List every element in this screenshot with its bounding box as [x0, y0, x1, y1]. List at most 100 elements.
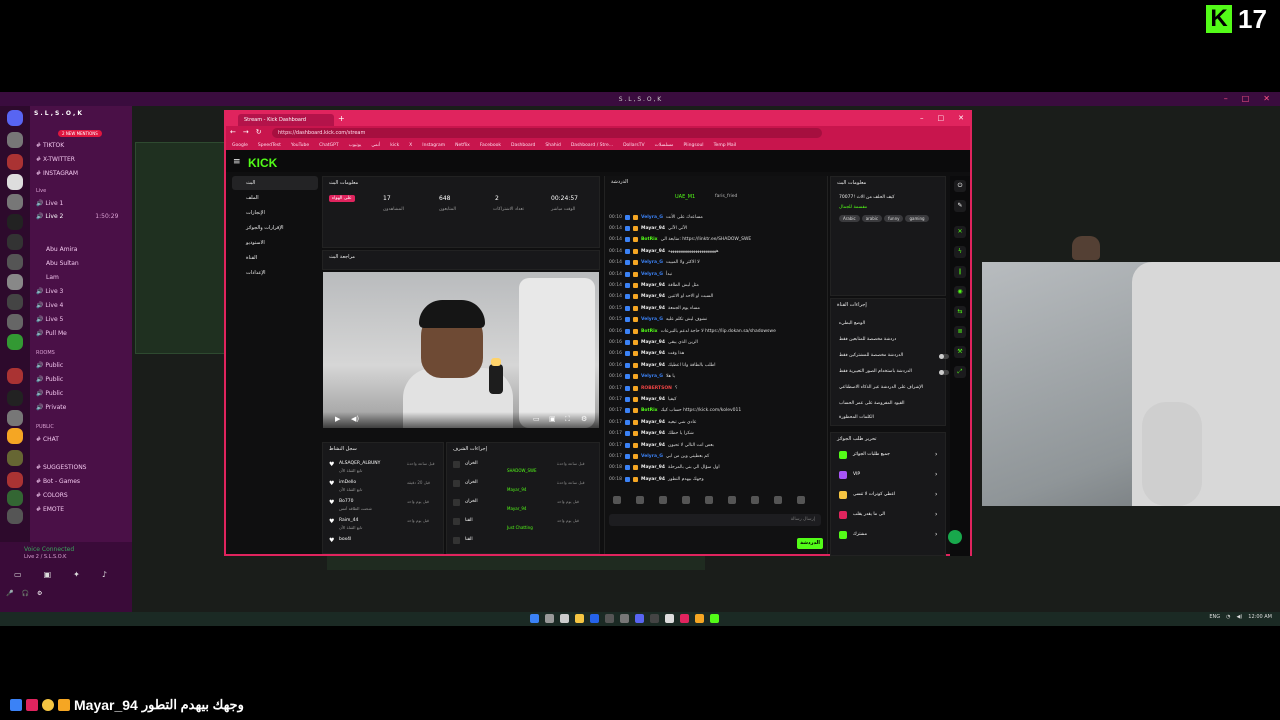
screen-share-icon[interactable]: ▣: [44, 570, 52, 579]
server-icon[interactable]: [7, 174, 23, 190]
channel-public[interactable]: 🔊 Public: [36, 376, 63, 383]
kick-icon[interactable]: [710, 614, 719, 623]
url-field[interactable]: https://dashboard.kick.com/stream: [272, 128, 822, 138]
emote-icon[interactable]: [728, 496, 736, 504]
subscribers-only[interactable]: الدردشة مخصصة للمشتركين فقط: [839, 353, 903, 358]
clip-icon[interactable]: ▭: [533, 415, 540, 423]
bookmark-item[interactable]: Netflix: [455, 143, 470, 148]
pause-icon[interactable]: ∥: [954, 266, 966, 278]
channel-live-5[interactable]: 🔊 Live 5: [36, 316, 63, 323]
start-icon[interactable]: [530, 614, 539, 623]
server-icon[interactable]: [7, 254, 23, 270]
activity-user[interactable]: ALSAQER_ALBUNY: [339, 461, 380, 466]
chat-message[interactable]: 00:14 Mayar_94 مثل ليش الطاقة: [609, 280, 825, 290]
activity-user[interactable]: box4l: [339, 537, 351, 542]
category-rooms[interactable]: ROOMS: [36, 350, 55, 356]
action-title[interactable]: الخزان: [465, 499, 478, 504]
channel-pull-me[interactable]: 🔊 Pull Me: [36, 330, 67, 337]
fullscreen-icon[interactable]: ⛶: [565, 415, 570, 424]
message-username[interactable]: Velyra_G: [641, 454, 663, 459]
message-username[interactable]: Mayar_94: [641, 363, 665, 368]
discord-home-icon[interactable]: [7, 110, 23, 126]
power-icon[interactable]: ⏻: [954, 180, 966, 192]
server-icon[interactable]: [7, 508, 23, 524]
chat-message[interactable]: 00:17 Mayar_94 عادي شي تبغيه: [609, 417, 825, 427]
language-indicator[interactable]: ENG: [1209, 614, 1220, 620]
emote-icon[interactable]: [774, 496, 782, 504]
close-icon[interactable]: ✕: [1263, 94, 1270, 103]
chat-message[interactable]: 00:14 Velyra_G نبدأ: [609, 269, 825, 279]
message-username[interactable]: Mayar_94: [641, 249, 665, 254]
bookmark-item[interactable]: Dashboard: [511, 143, 535, 148]
pinned-user[interactable]: UAE_M1: [675, 194, 695, 200]
message-username[interactable]: Mayar_94: [641, 465, 665, 470]
expand-icon[interactable]: ⤢: [954, 366, 966, 378]
channel-suggestions[interactable]: # SUGGESTIONS: [36, 464, 87, 471]
chat-message[interactable]: 00:14 Mayar_94 هههههههههههههههههههههههه: [609, 246, 825, 256]
close-tool-icon[interactable]: ✕: [954, 226, 966, 238]
message-username[interactable]: Mayar_94: [641, 443, 665, 448]
account-age[interactable]: القيود المفروضة على عمر الحساب: [839, 401, 905, 406]
server-icon[interactable]: [7, 334, 23, 350]
split-icon[interactable]: ⇆: [954, 306, 966, 318]
chat-message[interactable]: 00:14 Mayar_94 السبت او الاحد او الاثنين: [609, 292, 825, 302]
app-icon[interactable]: [665, 614, 674, 623]
bookmark-item[interactable]: SpeedTest: [258, 143, 281, 148]
channel-chat[interactable]: # CHAT: [36, 436, 59, 443]
message-username[interactable]: Mayar_94: [641, 420, 665, 425]
bolt-icon[interactable]: ϟ: [954, 246, 966, 258]
reward-item[interactable]: مشترك: [853, 532, 867, 537]
back-icon[interactable]: ←: [230, 128, 236, 136]
search-icon[interactable]: [545, 614, 554, 623]
wifi-icon[interactable]: ◔: [1226, 614, 1230, 620]
camera-icon[interactable]: ▭: [14, 570, 22, 579]
list-icon[interactable]: ≣: [954, 326, 966, 338]
channel-live-2[interactable]: 🔊 Live 2 1:50:29: [36, 213, 118, 220]
bookmark-item[interactable]: X: [409, 143, 412, 148]
chevron-right-icon[interactable]: ›: [935, 491, 937, 498]
subscribers-only-toggle[interactable]: [939, 354, 949, 359]
bookmark-item[interactable]: YouTube: [291, 143, 309, 148]
server-icon[interactable]: [7, 274, 23, 290]
app-icon[interactable]: [620, 614, 629, 623]
chat-message[interactable]: 00:18 Mayar_94 وجهك بيهدم التطور: [609, 474, 825, 484]
server-icon[interactable]: [7, 314, 23, 330]
message-username[interactable]: Mayar_94: [641, 294, 665, 299]
emote-icon[interactable]: [682, 496, 690, 504]
followers-only[interactable]: دردشة مخصصة للمتابعين فقط: [839, 337, 896, 342]
emote-icon[interactable]: [797, 496, 805, 504]
chat-message[interactable]: 00:18 Mayar_94 اول سؤال الي بني بالمرحلة: [609, 463, 825, 473]
chevron-right-icon[interactable]: ›: [935, 451, 937, 458]
server-icon[interactable]: [7, 472, 23, 488]
mic-icon[interactable]: 🎤: [6, 590, 13, 597]
chat-send-button[interactable]: الدردشة: [797, 538, 823, 549]
nav-studio[interactable]: الاستوديو: [232, 236, 318, 250]
emote-icon[interactable]: [636, 496, 644, 504]
action-title[interactable]: الخزان: [465, 480, 478, 485]
category-live[interactable]: Live: [36, 188, 46, 194]
menu-icon[interactable]: ≡: [233, 157, 241, 167]
chat-message[interactable]: 00:17 Mayar_94 شكرا يا حظك: [609, 429, 825, 439]
file-explorer-icon[interactable]: [575, 614, 584, 623]
headphones-icon[interactable]: 🎧: [21, 590, 28, 597]
action-title[interactable]: الخزان: [465, 461, 478, 466]
tag[interactable]: Arabic: [839, 215, 860, 222]
settings-icon[interactable]: ⚙: [37, 590, 42, 597]
bookmark-item[interactable]: Shahid: [545, 143, 560, 148]
app-icon[interactable]: [650, 614, 659, 623]
soundboard-icon[interactable]: ♪: [102, 570, 107, 579]
emote-icon[interactable]: [751, 496, 759, 504]
tag[interactable]: funny: [884, 215, 904, 222]
slow-mode[interactable]: الوضع البطيء: [839, 321, 865, 326]
message-username[interactable]: Mayar_94: [641, 397, 665, 402]
emote-icon[interactable]: [659, 496, 667, 504]
server-icon[interactable]: [7, 234, 23, 250]
chat-input[interactable]: إرسال رسالة: [609, 514, 821, 526]
chat-message[interactable]: 00:17 ROBERTSON ؟: [609, 383, 825, 393]
browser-tab[interactable]: Stream - Kick Dashboard: [238, 114, 334, 126]
bookmark-item[interactable]: Temp Mail: [714, 143, 737, 148]
volume-icon[interactable]: ◀): [1236, 614, 1242, 620]
clock[interactable]: 12:00 AM: [1248, 614, 1272, 620]
tag[interactable]: arabic: [861, 215, 883, 222]
chevron-right-icon[interactable]: ›: [935, 511, 937, 518]
